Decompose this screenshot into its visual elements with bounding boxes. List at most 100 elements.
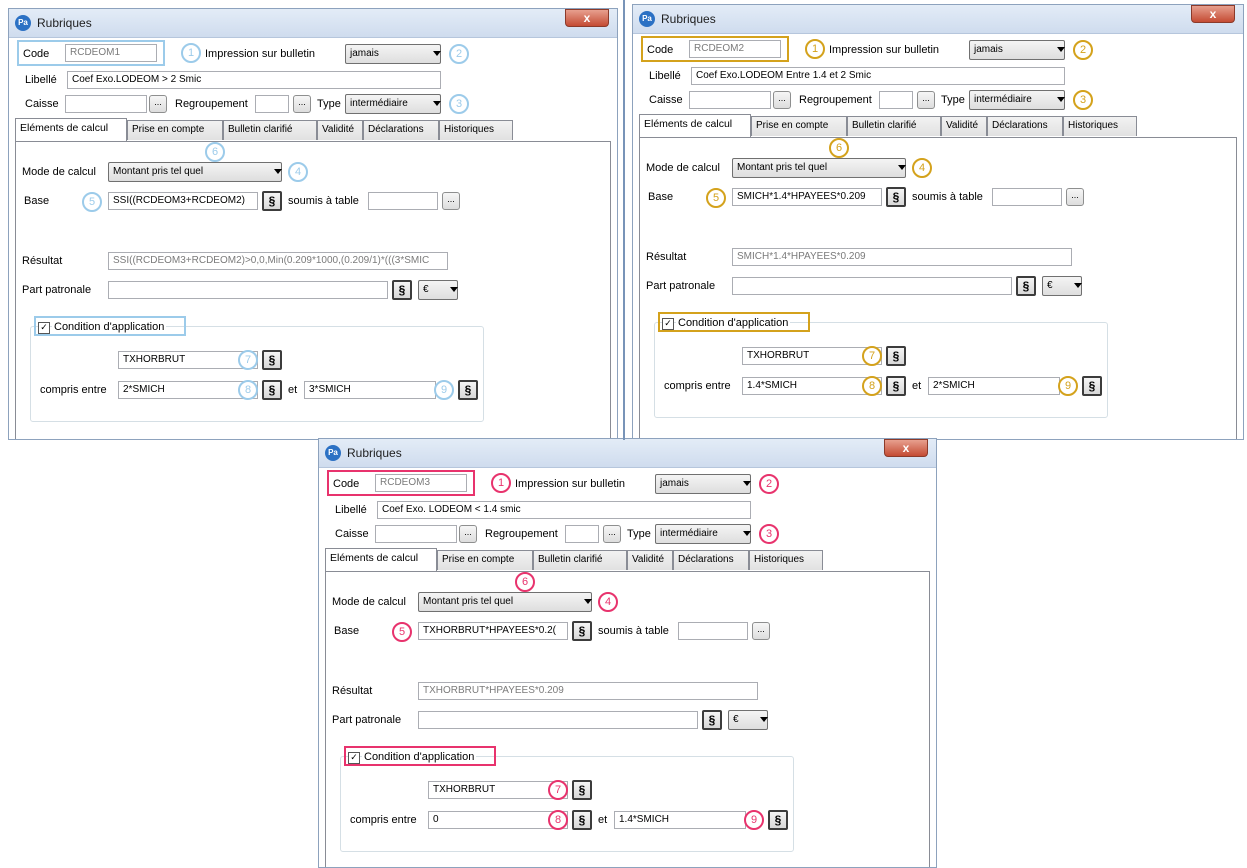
tab-5[interactable]: Déclarations — [987, 116, 1063, 136]
min-formula-button[interactable]: § — [572, 810, 592, 830]
close-button[interactable]: x — [1191, 5, 1235, 23]
max-field[interactable]: 3*SMICH — [304, 381, 436, 399]
chevron-down-icon — [743, 531, 751, 536]
resultat-label: Résultat — [332, 685, 373, 697]
mode-calcul-label: Mode de calcul — [22, 166, 96, 178]
chevron-down-icon — [584, 599, 592, 604]
part-patronale-field[interactable] — [732, 277, 1012, 295]
max-formula-button[interactable]: § — [768, 810, 788, 830]
part-patronale-field[interactable] — [418, 711, 698, 729]
mode-calcul-label: Mode de calcul — [646, 162, 720, 174]
base-formula-button[interactable]: § — [572, 621, 592, 641]
tab-3[interactable]: Bulletin clarifié — [223, 120, 317, 140]
condition-variable-field[interactable]: TXHORBRUT — [118, 351, 258, 369]
condition-variable-formula-button[interactable]: § — [262, 350, 282, 370]
min-field[interactable]: 0 — [428, 811, 568, 829]
soumis-field[interactable] — [368, 192, 438, 210]
condition-variable-field[interactable]: TXHORBRUT — [428, 781, 568, 799]
tab-1[interactable]: Eléments de calcul — [639, 114, 751, 137]
soumis-field[interactable] — [678, 622, 748, 640]
part-patronale-field[interactable] — [108, 281, 388, 299]
min-field[interactable]: 2*SMICH — [118, 381, 258, 399]
regroupement-field[interactable] — [255, 95, 289, 113]
part-patronale-formula-button[interactable]: § — [1016, 276, 1036, 296]
caisse-lookup-button[interactable]: ... — [459, 525, 477, 543]
tab-2[interactable]: Prise en compte — [751, 116, 847, 136]
max-formula-button[interactable]: § — [1082, 376, 1102, 396]
caisse-lookup-button[interactable]: ... — [149, 95, 167, 113]
condition-variable-formula-button[interactable]: § — [886, 346, 906, 366]
tab-2[interactable]: Prise en compte — [437, 550, 533, 570]
caisse-field[interactable] — [65, 95, 147, 113]
chevron-down-icon — [1074, 283, 1082, 288]
type-select[interactable]: intermédiaire — [655, 524, 751, 544]
impression-select[interactable]: jamais — [655, 474, 751, 494]
regroupement-field[interactable] — [879, 91, 913, 109]
max-field[interactable]: 2*SMICH — [928, 377, 1060, 395]
condition-variable-field[interactable]: TXHORBRUT — [742, 347, 882, 365]
libelle-field[interactable]: Coef Exo. LODEOM < 1.4 smic — [377, 501, 751, 519]
tab-6[interactable]: Historiques — [1063, 116, 1137, 136]
min-formula-button[interactable]: § — [886, 376, 906, 396]
calcul-panel: Mode de calcul Montant pris tel quel Base S… — [639, 137, 1237, 439]
caisse-field[interactable] — [375, 525, 457, 543]
part-patronale-label: Part patronale — [332, 714, 402, 726]
part-patronale-formula-button[interactable]: § — [702, 710, 722, 730]
window-body: Code RCDEOM1 Impression sur bulletin jamais… — [9, 38, 617, 439]
libelle-field[interactable]: Coef Exo.LODEOM Entre 1.4 et 2 Smic — [691, 67, 1065, 85]
base-formula-button[interactable]: § — [886, 187, 906, 207]
tab-4[interactable]: Validité — [317, 120, 363, 140]
chevron-down-icon — [898, 165, 906, 170]
base-field[interactable]: SMICH*1.4*HPAYEES*0.209 — [732, 188, 882, 206]
max-field[interactable]: 1.4*SMICH — [614, 811, 746, 829]
base-field[interactable]: SSI((RCDEOM3+RCDEOM2) — [108, 192, 258, 210]
base-field[interactable]: TXHORBRUT*HPAYEES*0.2( — [418, 622, 568, 640]
tab-6[interactable]: Historiques — [749, 550, 823, 570]
title-bar: Pa Rubriques x — [9, 9, 617, 38]
min-formula-button[interactable]: § — [262, 380, 282, 400]
condition-variable-formula-button[interactable]: § — [572, 780, 592, 800]
base-formula-button[interactable]: § — [262, 191, 282, 211]
close-button[interactable]: x — [565, 9, 609, 27]
soumis-lookup-button[interactable]: ... — [1066, 188, 1084, 206]
tab-5[interactable]: Déclarations — [673, 550, 749, 570]
callout-4: 4 — [598, 592, 618, 612]
soumis-lookup-button[interactable]: ... — [442, 192, 460, 210]
resultat-field: SMICH*1.4*HPAYEES*0.209 — [732, 248, 1072, 266]
caisse-lookup-button[interactable]: ... — [773, 91, 791, 109]
base-label: Base — [334, 625, 360, 637]
code-highlight — [17, 40, 165, 66]
close-button[interactable]: x — [884, 439, 928, 457]
type-select[interactable]: intermédiaire — [969, 90, 1065, 110]
impression-select[interactable]: jamais — [345, 44, 441, 64]
regroupement-lookup-button[interactable]: ... — [603, 525, 621, 543]
mode-calcul-select[interactable]: Montant pris tel quel — [732, 158, 906, 178]
window-title: Rubriques — [37, 16, 92, 30]
impression-select[interactable]: jamais — [969, 40, 1065, 60]
tab-1[interactable]: Eléments de calcul — [325, 548, 437, 571]
mode-calcul-select[interactable]: Montant pris tel quel — [108, 162, 282, 182]
tab-5[interactable]: Déclarations — [363, 120, 439, 140]
tab-4[interactable]: Validité — [941, 116, 987, 136]
tab-3[interactable]: Bulletin clarifié — [847, 116, 941, 136]
type-select[interactable]: intermédiaire — [345, 94, 441, 114]
tab-3[interactable]: Bulletin clarifié — [533, 550, 627, 570]
callout-4: 4 — [912, 158, 932, 178]
tab-4[interactable]: Validité — [627, 550, 673, 570]
et-label: et — [912, 380, 922, 392]
regroupement-field[interactable] — [565, 525, 599, 543]
libelle-field[interactable]: Coef Exo.LODEOM > 2 Smic — [67, 71, 441, 89]
tab-6[interactable]: Historiques — [439, 120, 513, 140]
soumis-field[interactable] — [992, 188, 1062, 206]
min-field[interactable]: 1.4*SMICH — [742, 377, 882, 395]
tab-1[interactable]: Eléments de calcul — [15, 118, 127, 141]
max-formula-button[interactable]: § — [458, 380, 478, 400]
soumis-lookup-button[interactable]: ... — [752, 622, 770, 640]
regroupement-lookup-button[interactable]: ... — [293, 95, 311, 113]
tab-2[interactable]: Prise en compte — [127, 120, 223, 140]
regroupement-lookup-button[interactable]: ... — [917, 91, 935, 109]
part-patronale-formula-button[interactable]: § — [392, 280, 412, 300]
window-body: Code RCDEOM2 Impression sur bulletin jamais… — [633, 34, 1243, 439]
mode-calcul-select[interactable]: Montant pris tel quel — [418, 592, 592, 612]
caisse-field[interactable] — [689, 91, 771, 109]
